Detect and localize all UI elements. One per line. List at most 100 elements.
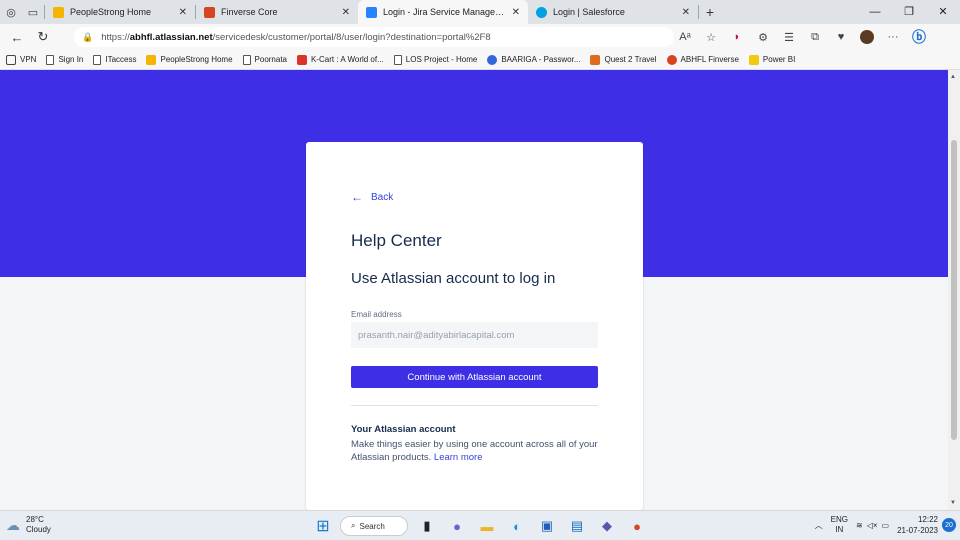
tab-title: Finverse Core [221,7,278,17]
toolbar-icons: Aᵃ ☆ ◗ ⚙ ☰ ⧉ ♥ ··· ⓑ [672,24,932,50]
favorites-icon[interactable]: ☰ [776,31,802,44]
peoplestrong-icon [146,54,157,65]
volume-icon[interactable]: ◁× [867,521,878,530]
bookmark-power-bi[interactable]: Power BI [748,54,796,65]
read-aloud-icon[interactable]: Aᵃ [672,31,698,43]
bookmark-poornata[interactable]: Poornata [242,54,287,65]
page-icon [242,54,251,65]
page-title: Help Center [351,231,442,250]
language-code: ENG [830,515,848,524]
bookmarks-bar: VPN Sign In ITaccess PeopleStrong Home P… [0,50,960,70]
close-window-icon[interactable]: ✕ [926,0,960,24]
tab-title: Login | Salesforce [553,7,625,17]
more-options-icon[interactable]: ··· [880,31,906,43]
bookmark-label: BAARIGA - Passwor... [501,55,581,64]
bookmark-label: K-Cart : A World of... [311,55,384,64]
bing-chat-icon[interactable]: ⓑ [906,27,932,47]
bookmark-label: Quest 2 Travel [604,55,657,64]
account-heading: Your Atlassian account [351,424,456,435]
chevron-up-icon[interactable]: ︿ [815,520,823,531]
cloud-icon: ☁ [6,516,20,533]
bookmark-abhfl-finverse[interactable]: ABHFL Finverse [666,54,739,65]
kcart-icon [297,54,307,65]
refresh-icon[interactable]: ↻ [30,29,56,45]
bookmark-label: ITaccess [105,55,137,64]
back-arrow-icon[interactable]: ← [4,30,30,45]
teams-icon[interactable]: ◆ [594,514,620,538]
powerpoint-icon[interactable]: ● [624,514,650,538]
login-card: ← Back Help Center Use Atlassian account… [306,142,643,510]
email-label: Email address [351,310,402,319]
bookmark-label: VPN [20,55,37,64]
scroll-down-icon[interactable]: ▼ [950,500,956,506]
workspaces-icon[interactable]: ◎ [0,0,22,24]
finverse-icon [204,6,215,18]
file-explorer-icon[interactable]: ▬ [474,514,500,538]
tab-actions-icon[interactable]: ▭ [22,0,44,24]
close-tab-icon[interactable]: ✕ [682,7,690,18]
task-view-icon[interactable]: ▮ [414,514,440,538]
close-tab-icon[interactable]: ✕ [179,7,187,18]
bookmark-peoplestrong[interactable]: PeopleStrong Home [146,54,233,65]
continue-button[interactable]: Continue with Atlassian account [351,366,598,388]
bookmark-sign-in[interactable]: Sign In [46,54,83,65]
lock-icon: 🔒 [82,31,94,42]
system-tray: ︿ ENG IN ≋ ◁× ▭ 12:22 21-07-2023 20 [815,514,956,536]
back-link[interactable]: ← Back [351,190,393,204]
salesforce-icon [536,6,547,18]
learn-more-link[interactable]: Learn more [434,452,483,463]
edge-icon[interactable]: ◐ [504,514,530,538]
bookmark-baariga[interactable]: BAARIGA - Passwor... [487,54,581,65]
notification-badge[interactable]: 20 [942,518,956,532]
clock[interactable]: 12:22 21-07-2023 [897,514,938,536]
windows-start-icon[interactable]: ⊞ [310,514,336,538]
collections-icon[interactable]: ⧉ [802,31,828,44]
page-scrollbar[interactable]: ▲ ▼ [948,70,960,510]
chat-icon[interactable]: ● [444,514,470,538]
bookmark-quest-travel[interactable]: Quest 2 Travel [590,54,657,65]
mcafee-icon[interactable]: ◗ [724,31,750,43]
search-icon: ⌕ [351,521,356,530]
url-prefix: https:// [101,31,130,43]
search-label: Search [359,521,385,531]
bookmark-vpn[interactable]: VPN [6,54,37,65]
minimize-icon[interactable]: — [858,0,892,24]
bookmark-itaccess[interactable]: ITaccess [93,54,137,65]
wifi-icon[interactable]: ≋ [856,521,863,530]
close-tab-icon[interactable]: ✕ [342,7,350,18]
bookmark-kcart[interactable]: K-Cart : A World of... [297,54,384,65]
bookmark-los-project[interactable]: LOS Project - Home [393,54,477,65]
outlook-icon[interactable]: ▤ [564,514,590,538]
battery-icon[interactable]: ▭ [882,521,890,530]
new-tab-icon[interactable]: + [699,4,721,20]
tab-finverse[interactable]: Finverse Core ✕ [196,0,358,24]
bookmark-label: Power BI [762,55,796,64]
profile-avatar-icon[interactable] [854,30,880,44]
scrollbar-thumb[interactable] [951,140,957,440]
weather-widget[interactable]: ☁ 28°C Cloudy [6,515,51,535]
tab-title: Login - Jira Service Management [383,7,506,17]
email-field[interactable] [351,322,598,348]
favorite-star-icon[interactable]: ☆ [698,31,724,44]
tab-bar: ◎ ▭ PeopleStrong Home ✕ Finverse Core ✕ … [0,0,960,24]
language-indicator[interactable]: ENG IN [831,515,848,535]
close-tab-icon[interactable]: ✕ [512,7,520,18]
performance-icon[interactable]: ♥ [828,31,854,43]
extensions-icon[interactable]: ⚙ [750,31,776,44]
restore-icon[interactable]: ❐ [892,0,926,24]
address-bar[interactable]: 🔒 https://abhfl.atlassian.net/servicedes… [74,27,674,47]
store-icon[interactable]: ▣ [534,514,560,538]
page-icon [393,54,402,65]
tab-jira-login[interactable]: Login - Jira Service Management ✕ [358,0,528,24]
bookmark-label: ABHFL Finverse [680,55,739,64]
window-controls: — ❐ ✕ [858,0,960,24]
taskbar-search[interactable]: ⌕ Search [340,516,408,536]
url-path: /servicedesk/customer/portal/8/user/logi… [212,31,491,43]
jira-icon [366,6,377,18]
scroll-up-icon[interactable]: ▲ [950,74,956,80]
tab-salesforce[interactable]: Login | Salesforce ✕ [528,0,698,24]
bookmark-label: PeopleStrong Home [160,55,233,64]
tab-peoplestrong[interactable]: PeopleStrong Home ✕ [45,0,195,24]
powerbi-icon [748,54,759,65]
bookmark-label: Poornata [254,55,287,64]
